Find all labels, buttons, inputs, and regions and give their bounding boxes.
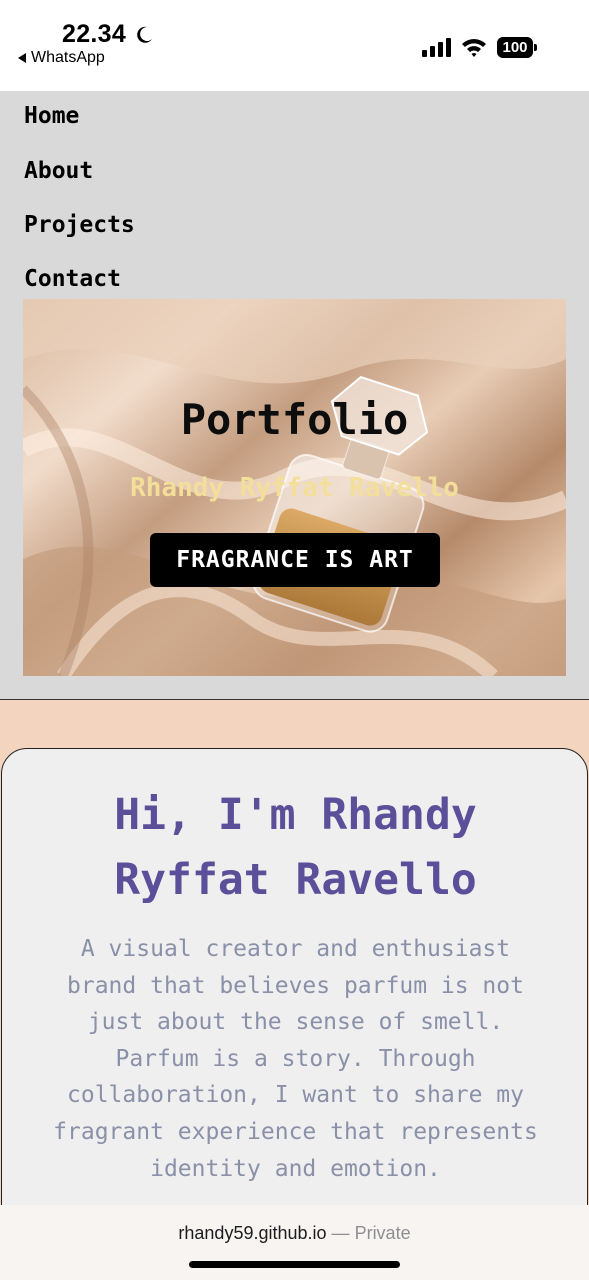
status-time: 22.34 bbox=[62, 20, 127, 48]
site-header: Home About Projects Contact Portfolio Rh… bbox=[0, 91, 589, 700]
intro-heading-line: Hi, I'm Rhandy bbox=[114, 790, 477, 840]
home-indicator[interactable] bbox=[189, 1261, 400, 1268]
signal-icon bbox=[422, 38, 451, 57]
intro-paragraph-line: Parfum is a story. Through bbox=[115, 1045, 476, 1072]
hero-title: Portfolio bbox=[180, 395, 409, 444]
nav-link-contact[interactable]: Contact bbox=[24, 266, 121, 292]
nav-link-projects[interactable]: Projects bbox=[24, 212, 135, 238]
address-text[interactable]: rhandy59.github.io — Private bbox=[0, 1223, 589, 1244]
url-domain: rhandy59.github.io bbox=[178, 1223, 327, 1243]
intro-card: Hi, I'm Rhandy Ryffat Ravello A visual c… bbox=[1, 748, 588, 1268]
intro-paragraph-line: collaboration, I want to share my bbox=[67, 1082, 524, 1109]
intro-heading: Hi, I'm Rhandy Ryffat Ravello bbox=[32, 783, 559, 913]
nav-link-home[interactable]: Home bbox=[24, 103, 79, 129]
intro-paragraph-line: just about the sense of smell. bbox=[87, 1009, 504, 1036]
url-separator: — bbox=[331, 1223, 350, 1243]
battery-level: 100 bbox=[502, 39, 528, 56]
intro-paragraph-line: identity and emotion. bbox=[150, 1155, 441, 1182]
back-app-label: WhatsApp bbox=[31, 49, 105, 66]
intro-paragraph-line: brand that believes parfum is not bbox=[67, 972, 524, 999]
intro-paragraph-line: fragrant experience that represents bbox=[53, 1118, 538, 1145]
back-arrow-icon bbox=[18, 53, 26, 63]
back-to-app-link[interactable]: WhatsApp bbox=[18, 49, 105, 67]
browser-address-bar[interactable]: rhandy59.github.io — Private bbox=[0, 1205, 589, 1280]
battery-icon: 100 bbox=[497, 37, 537, 58]
intro-paragraph: A visual creator and enthusiast brand th… bbox=[32, 931, 559, 1187]
status-bar: 22.34 WhatsApp 100 bbox=[0, 0, 589, 91]
intro-paragraph-line: A visual creator and enthusiast bbox=[80, 936, 511, 962]
wifi-icon bbox=[462, 39, 486, 57]
private-mode-label: Private bbox=[354, 1223, 411, 1243]
hero-tagline-badge: FRAGRANCE IS ART bbox=[150, 533, 440, 587]
hero-name: Rhandy Ryffat Ravello bbox=[130, 473, 459, 503]
hero-banner: Portfolio Rhandy Ryffat Ravello FRAGRANC… bbox=[23, 299, 566, 676]
moon-icon bbox=[137, 26, 152, 43]
nav-link-about[interactable]: About bbox=[24, 158, 93, 184]
intro-heading-line: Ryffat Ravello bbox=[114, 855, 477, 905]
